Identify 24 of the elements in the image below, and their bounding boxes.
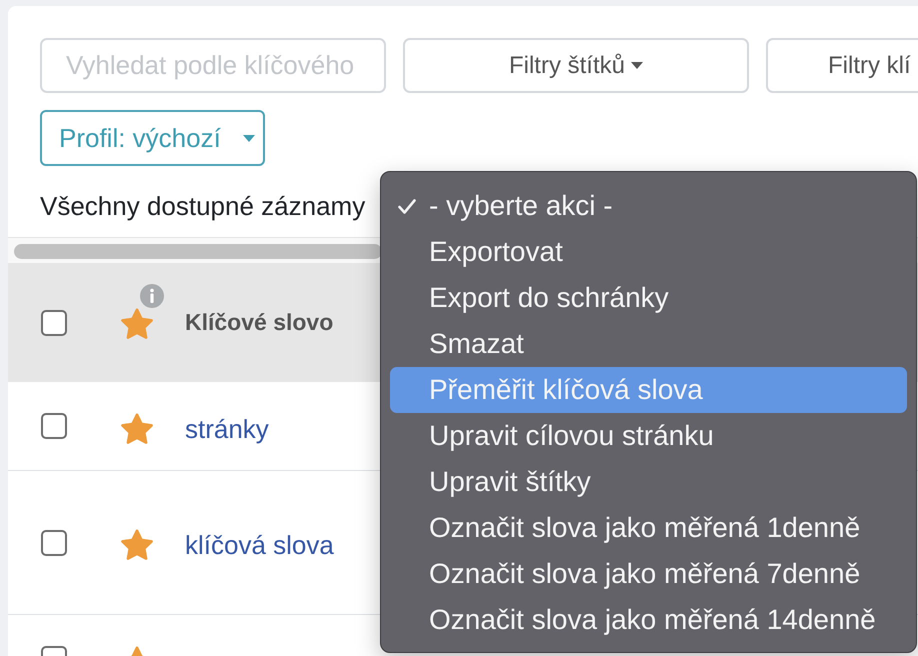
- column-header[interactable]: Klíčové slovo: [185, 305, 334, 340]
- menu-item[interactable]: Export do schránky: [390, 275, 907, 321]
- checkbox[interactable]: [41, 310, 67, 336]
- menu-item[interactable]: - vyberte akci -: [390, 183, 907, 229]
- checkbox[interactable]: [41, 530, 67, 556]
- caret-icon: [243, 134, 255, 142]
- checkbox[interactable]: [41, 413, 67, 439]
- profile-dropdown-button[interactable]: Profil: výchozí: [40, 110, 265, 166]
- menu-item[interactable]: Přeměřit klíčová slova: [390, 367, 907, 413]
- menu-item[interactable]: Exportovat: [390, 229, 907, 275]
- keyword-link[interactable]: klíčová slova: [185, 526, 334, 565]
- star-icon: [120, 307, 154, 340]
- menu-item[interactable]: Označit slova jako měřená 1denně: [390, 505, 907, 551]
- filter-dropdown-button[interactable]: Filtry klí: [766, 38, 918, 93]
- menu-item[interactable]: Smazat: [390, 321, 907, 367]
- menu-item[interactable]: Upravit štítky: [390, 459, 907, 505]
- menu-item[interactable]: Označit slova jako měřená 7denně: [390, 551, 907, 597]
- records-label: Všechny dostupné záznamy: [40, 192, 366, 220]
- keyword-link[interactable]: stránky: [185, 410, 269, 448]
- search-field[interactable]: Vyhledat podle klíčového: [40, 38, 386, 93]
- filter-dropdown-button[interactable]: Filtry štítků: [403, 38, 749, 93]
- scrollbar-thumb[interactable]: [14, 244, 382, 259]
- menu-item[interactable]: Upravit cílovou stránku: [390, 413, 907, 459]
- menu-item[interactable]: Označit slova jako měřená 14denně: [390, 597, 907, 643]
